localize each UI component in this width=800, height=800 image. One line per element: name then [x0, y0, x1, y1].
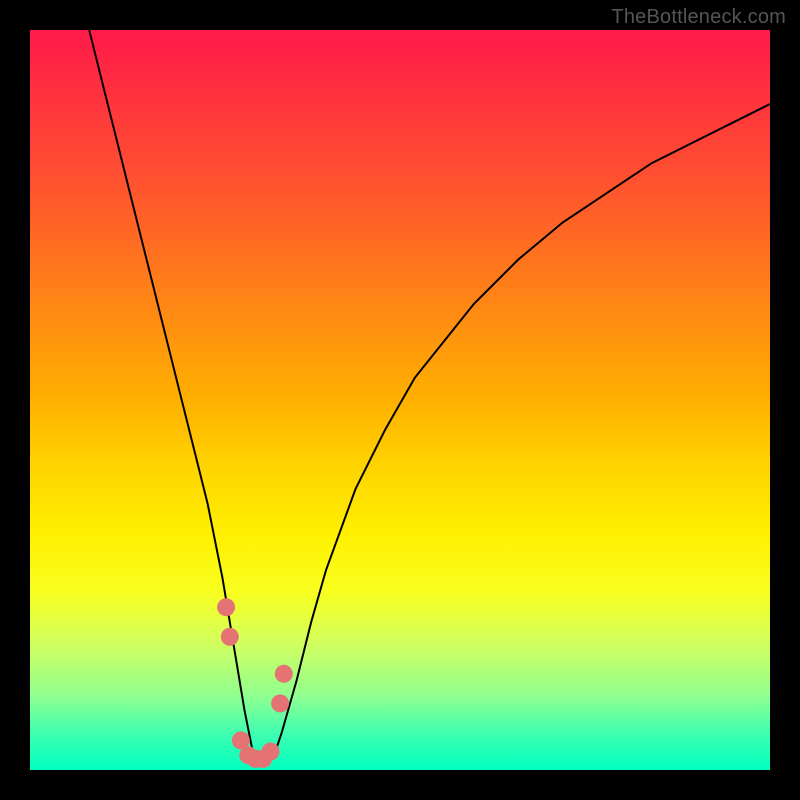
valley-dot	[262, 743, 280, 761]
watermark-text: TheBottleneck.com	[611, 6, 786, 29]
bottleneck-curve	[89, 30, 770, 763]
bottleneck-curve-svg	[30, 30, 770, 770]
valley-dots	[217, 598, 293, 768]
valley-dot	[217, 598, 235, 616]
plot-area	[30, 30, 770, 770]
valley-dot	[271, 694, 289, 712]
valley-dot	[275, 665, 293, 683]
valley-dot	[221, 628, 239, 646]
